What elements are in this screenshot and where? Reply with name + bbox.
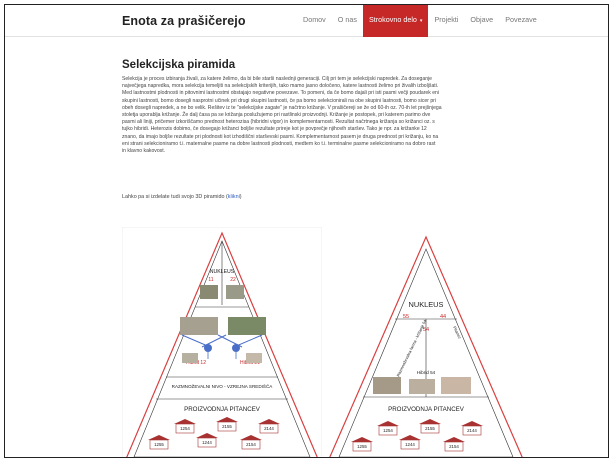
- pig-photo: [441, 377, 471, 394]
- nav-item-projekti[interactable]: Projekti: [428, 5, 464, 37]
- cross-node: [204, 344, 212, 352]
- hybrid-label: Hibrid 54: [417, 370, 436, 375]
- farm-number: 2154: [246, 442, 256, 447]
- farm-number: 1244: [202, 440, 212, 445]
- cross-node: [232, 344, 240, 352]
- nucleus-label: NUKLEUS: [409, 300, 444, 309]
- breed-number: 44: [440, 314, 446, 320]
- pig-photo: [373, 377, 401, 394]
- pyramid-link-line: Lahko pa si izdelate tudi svojo 3D piram…: [122, 194, 242, 200]
- breed-number: 55: [403, 314, 409, 320]
- farm-number: 2144: [264, 426, 274, 431]
- link-prefix: Lahko pa si izdelate tudi svojo 3D piram…: [122, 194, 228, 200]
- site-logo[interactable]: Enota za prašičerejo: [122, 14, 246, 28]
- farm-number: 1244: [405, 442, 415, 447]
- pig-photo: [180, 317, 218, 335]
- pig-photo: [246, 353, 262, 363]
- breed-number: 11: [208, 277, 213, 283]
- pig-photo: [228, 317, 266, 335]
- nav-item-o-nas[interactable]: O nas: [332, 5, 363, 37]
- article-line: obeh dosegli napredek, a ne bo velik. Re…: [122, 104, 442, 111]
- selection-pyramid-right: NUKLEUS 55 44 54 Razmnoževalna farma - k…: [327, 227, 525, 457]
- site-header: Enota za prašičerejo Domov O nas Strokov…: [5, 5, 608, 37]
- article-line: Med lastnostmi plodnosti in pitovnimi la…: [122, 90, 440, 97]
- article-line: tujko hibridi. Heterozis dobimo, če dose…: [122, 126, 427, 133]
- main-nav: Domov O nas Strokovno delo ▾ Projekti Obj…: [297, 5, 543, 37]
- selection-pyramid-left: NUKLEUS 11 22 Hibrid 12 Hibrid 21 RAZMNO…: [122, 227, 322, 457]
- article-line: Selekcija je proces izbiranja živali, za…: [122, 76, 433, 82]
- article-body: Selekcija je proces izbiranja živali, za…: [122, 76, 528, 155]
- nav-item-povezave[interactable]: Povezave: [499, 5, 543, 37]
- browser-frame: Enota za prašičerejo Domov O nas Strokov…: [4, 4, 609, 458]
- article-line: znano, da imajo boljše rezultate pri plo…: [122, 133, 439, 140]
- breed-number: 22: [230, 277, 236, 283]
- article-line: pasmi ali liniji, pričemer izkoriščamo p…: [122, 119, 435, 126]
- pig-photo: [409, 379, 435, 394]
- link-suffix: ): [239, 194, 242, 200]
- farm-number: 2155: [425, 426, 435, 431]
- farm-number: 2155: [222, 424, 232, 429]
- article-line: največjega napredka, mora selekcija teme…: [122, 83, 439, 90]
- farm-number: 2154: [449, 444, 459, 449]
- production-label: PROIZVODNJA PITANCEV: [184, 406, 261, 413]
- farm-number: 1254: [180, 426, 190, 431]
- chevron-down-icon: ▾: [419, 18, 423, 24]
- article-line: skupini lastnosti, bomo dosegli nasprotn…: [122, 97, 436, 104]
- nav-item-strokovno-delo[interactable]: Strokovno delo ▾: [362, 5, 429, 37]
- article-line: in klavno kakovost.: [122, 148, 166, 155]
- article-line: eni strani selekcioniramo t.i. maternaln…: [122, 140, 436, 147]
- main-content: Selekcijska piramida Selekcija je proces…: [122, 45, 528, 155]
- pig-photo: [182, 353, 198, 363]
- reproduction-level-label: RAZMNOŽEVALNI NIVO - VZREJNA SREDIŠČA: [172, 382, 274, 389]
- nav-item-domov[interactable]: Domov: [297, 5, 332, 37]
- production-label: PROIZVODNJA PITANCEV: [388, 406, 465, 413]
- pig-photo: [226, 285, 244, 299]
- create-pyramid-link[interactable]: klikni: [228, 194, 240, 200]
- page-title: Selekcijska piramida: [122, 59, 236, 71]
- article-line: stoletja uporablja križanje. Že dalj čas…: [122, 112, 431, 119]
- farm-number: 1255: [357, 444, 367, 449]
- nucleus-label: NUKLEUS: [210, 269, 235, 275]
- nav-item-label: Strokovno delo: [368, 15, 417, 24]
- nav-item-objave[interactable]: Objave: [464, 5, 499, 37]
- farm-number: 1254: [383, 428, 393, 433]
- farm-number: 1255: [154, 442, 164, 447]
- pig-photo: [200, 285, 218, 299]
- farm-number: 2144: [467, 428, 477, 433]
